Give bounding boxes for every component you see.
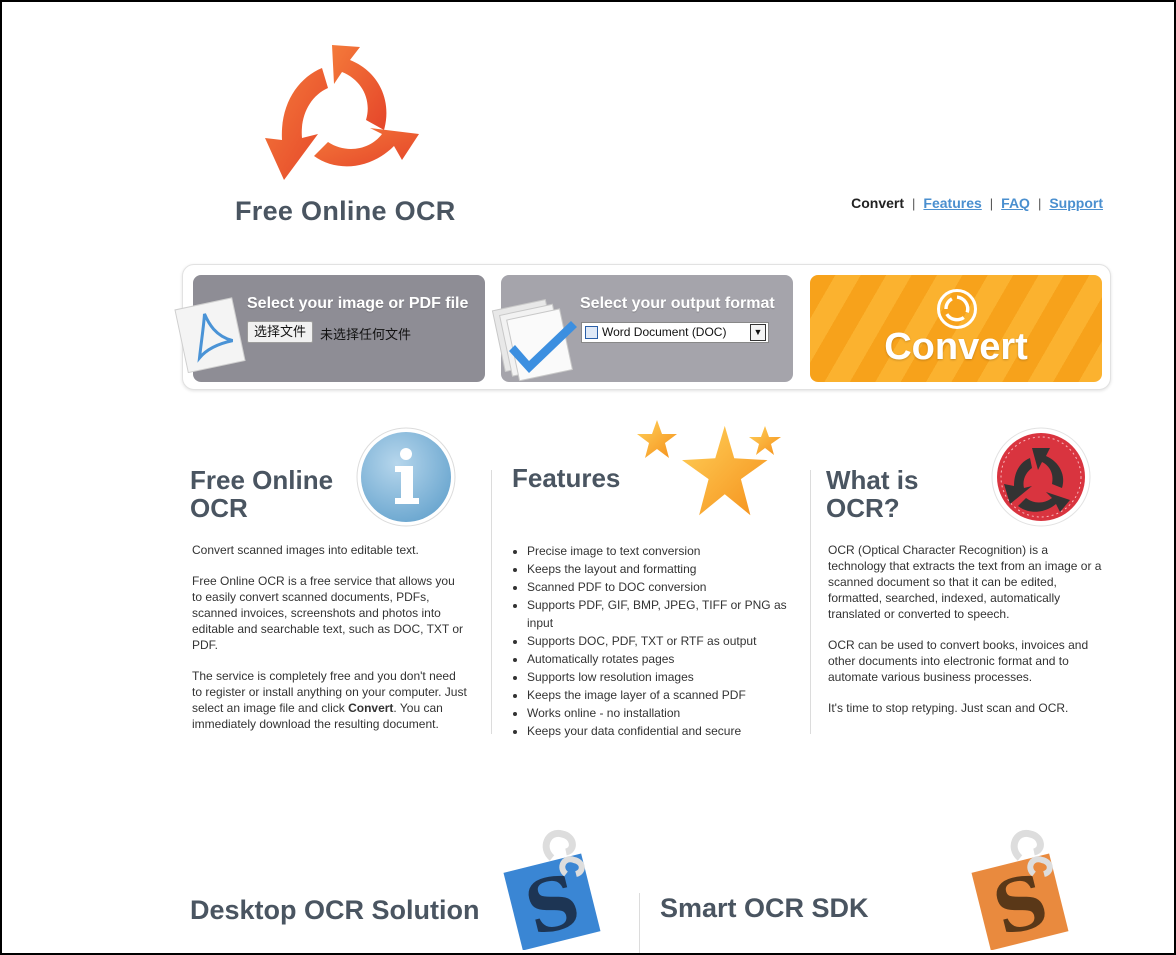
bottom-divider	[639, 893, 640, 953]
what-is-ocr-section: What is OCR? OCR (Optical Character Reco…	[826, 465, 1101, 715]
column-divider	[810, 470, 811, 734]
file-step-title: Select your image or PDF file	[247, 295, 469, 312]
logo-title: Free Online OCR	[235, 196, 456, 226]
about-paragraph: The service is completely free and you d…	[192, 668, 467, 732]
what-is-paragraph: OCR (Optical Character Recognition) is a…	[828, 543, 1102, 621]
nav-support-link[interactable]: Support	[1049, 195, 1103, 211]
features-title: Features	[512, 463, 621, 493]
nav-convert[interactable]: Convert	[851, 195, 904, 211]
file-status-label: 未选择任何文件	[320, 327, 412, 342]
output-format-select[interactable]: Word Document (DOC) ▼	[581, 322, 769, 343]
nav-features-link[interactable]: Features	[923, 195, 981, 211]
feature-item: Works online - no installation	[527, 704, 792, 722]
nav-separator: |	[912, 195, 916, 211]
convert-emphasis: Convert	[348, 701, 394, 715]
column-divider	[491, 470, 492, 734]
desktop-ocr-title: Desktop OCR Solution	[190, 895, 480, 925]
format-step-title: Select your output format	[580, 295, 775, 312]
s-logo-blue-icon: S	[503, 829, 601, 950]
about-paragraph: Free Online OCR is a free service that a…	[192, 574, 464, 652]
choose-file-button[interactable]: 选择文件	[247, 321, 314, 343]
pdf-file-icon	[174, 297, 246, 373]
nav-faq-link[interactable]: FAQ	[1001, 195, 1030, 211]
about-title: Free Online OCR	[190, 465, 334, 523]
nav-separator: |	[1037, 195, 1042, 211]
features-section: Features Precise image to text conversio…	[512, 463, 792, 738]
chevron-down-icon[interactable]: ▼	[750, 324, 766, 341]
feature-item: Supports DOC, PDF, TXT or RTF as output	[527, 632, 792, 650]
feature-item: Precise image to text conversion	[527, 542, 792, 560]
feature-item: Supports PDF, GIF, BMP, JPEG, TIFF or PN…	[527, 596, 792, 632]
file-select-panel: Select your image or PDF file 选择文件 未选择任何…	[174, 275, 485, 382]
nav-separator: |	[989, 195, 994, 211]
recycle-arrows-icon	[265, 45, 419, 180]
top-nav: Convert | Features | FAQ | Support	[851, 195, 1103, 211]
s-logo-orange-icon: S	[971, 829, 1069, 950]
what-is-ocr-title: What is OCR?	[826, 465, 919, 523]
convert-button[interactable]: Convert	[810, 275, 1102, 382]
output-format-value: Word Document (DOC)	[602, 325, 727, 339]
convert-arrows-icon	[937, 289, 977, 329]
about-paragraph: Convert scanned images into editable tex…	[192, 543, 419, 557]
convert-label: Convert	[884, 326, 1028, 368]
feature-item: Supports low resolution images	[527, 668, 792, 686]
documents-check-icon	[491, 299, 577, 381]
features-list: Precise image to text conversion Keeps t…	[512, 542, 792, 740]
feature-item: Keeps the image layer of a scanned PDF	[527, 686, 792, 704]
feature-item: Automatically rotates pages	[527, 650, 792, 668]
feature-item: Keeps the layout and formatting	[527, 560, 792, 578]
about-section: Free Online OCR Convert scanned images i…	[190, 465, 470, 731]
smart-ocr-sdk-title: Smart OCR SDK	[660, 893, 869, 923]
feature-item: Keeps your data confidential and secure	[527, 722, 792, 740]
feature-item: Scanned PDF to DOC conversion	[527, 578, 792, 596]
word-doc-icon	[585, 326, 598, 339]
format-select-panel: Select your output format Word Document …	[491, 275, 793, 382]
what-is-paragraph: It's time to stop retyping. Just scan an…	[828, 701, 1069, 715]
what-is-paragraph: OCR can be used to convert books, invoic…	[828, 638, 1089, 684]
